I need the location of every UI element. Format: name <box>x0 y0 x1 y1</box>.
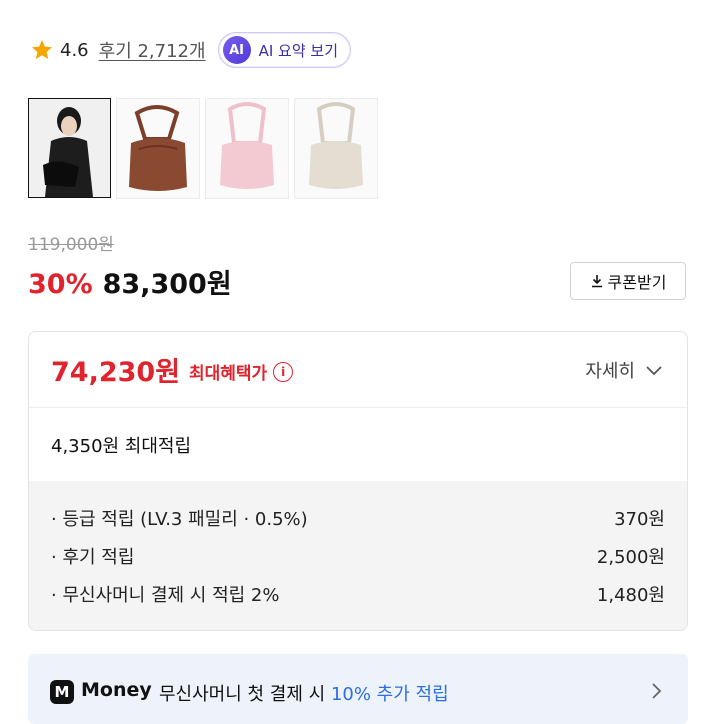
points-row: · 후기 적립 2,500원 <box>51 543 665 569</box>
max-benefit-label: 최대혜택가 i <box>189 359 294 384</box>
benefit-card-header: 74,230원 최대혜택가 i 자세히 <box>29 332 687 408</box>
reviews-link[interactable]: 후기 2,712개 <box>99 37 206 63</box>
detail-label: 자세히 <box>585 361 635 382</box>
thumbnail-3[interactable] <box>205 98 289 199</box>
ai-summary-button[interactable]: AI AI 요약 보기 <box>217 32 351 68</box>
max-benefit-price: 74,230원 <box>51 357 181 388</box>
rating-row: 4.6 후기 2,712개 AI AI 요약 보기 <box>30 32 690 68</box>
max-benefit-label-text: 최대혜택가 <box>189 364 268 384</box>
points-row-label: · 무신사머니 결제 시 적립 2% <box>51 585 280 606</box>
info-icon[interactable]: i <box>273 361 294 382</box>
original-price: 119,000원 <box>28 235 114 255</box>
sale-price: 83,300원 <box>102 269 232 300</box>
benefit-card: 74,230원 최대혜택가 i 자세히 4,350원 최대적립 · 등급 적립 … <box>28 331 688 631</box>
money-promo-accent: 10% 추가 적립 <box>330 684 449 705</box>
money-logo-icon: M <box>50 680 74 704</box>
pink-bag-image <box>206 99 288 198</box>
thumbnail-gallery <box>28 98 378 199</box>
thumbnail-4[interactable] <box>294 98 378 199</box>
beige-bag-image <box>295 99 377 198</box>
discount-rate: 30% <box>28 269 93 300</box>
points-row-label: · 등급 적립 (LV.3 패밀리 · 0.5%) <box>51 509 308 530</box>
price-row: 30% 83,300원 <box>28 262 232 301</box>
points-total: 4,350원 최대적립 <box>51 436 192 457</box>
money-promo-banner[interactable]: M Money 무신사머니 첫 결제 시 10% 추가 적립 <box>28 654 688 724</box>
coupon-label: 쿠폰받기 <box>607 273 667 292</box>
points-breakdown: · 등급 적립 (LV.3 패밀리 · 0.5%) 370원 · 후기 적립 2… <box>29 481 687 630</box>
chevron-down-icon <box>646 366 662 376</box>
detail-toggle[interactable]: 자세히 <box>585 357 663 383</box>
points-row: · 등급 적립 (LV.3 패밀리 · 0.5%) 370원 <box>51 505 665 531</box>
money-promo-text: 무신사머니 첫 결제 시 10% 추가 적립 <box>159 680 449 706</box>
chevron-right-icon <box>652 683 662 699</box>
download-icon <box>591 275 602 288</box>
thumbnail-1[interactable] <box>28 98 111 198</box>
points-row-value: 1,480원 <box>596 585 665 606</box>
coupon-button[interactable]: 쿠폰받기 <box>570 262 686 300</box>
thumbnail-2[interactable] <box>116 98 200 199</box>
points-row-value: 370원 <box>614 509 665 530</box>
points-row-label: · 후기 적립 <box>51 547 135 568</box>
star-icon <box>32 40 52 59</box>
rating-score: 4.6 <box>60 39 89 61</box>
brown-bag-image <box>117 99 199 198</box>
ai-badge-icon: AI <box>222 36 251 64</box>
ai-summary-label: AI 요약 보기 <box>258 41 338 60</box>
money-brand: Money <box>81 679 152 701</box>
points-row-value: 2,500원 <box>596 547 665 568</box>
points-row: · 무신사머니 결제 시 적립 2% 1,480원 <box>51 581 665 607</box>
model-photo-image <box>29 99 110 197</box>
money-promo-text-main: 무신사머니 첫 결제 시 <box>159 684 331 705</box>
